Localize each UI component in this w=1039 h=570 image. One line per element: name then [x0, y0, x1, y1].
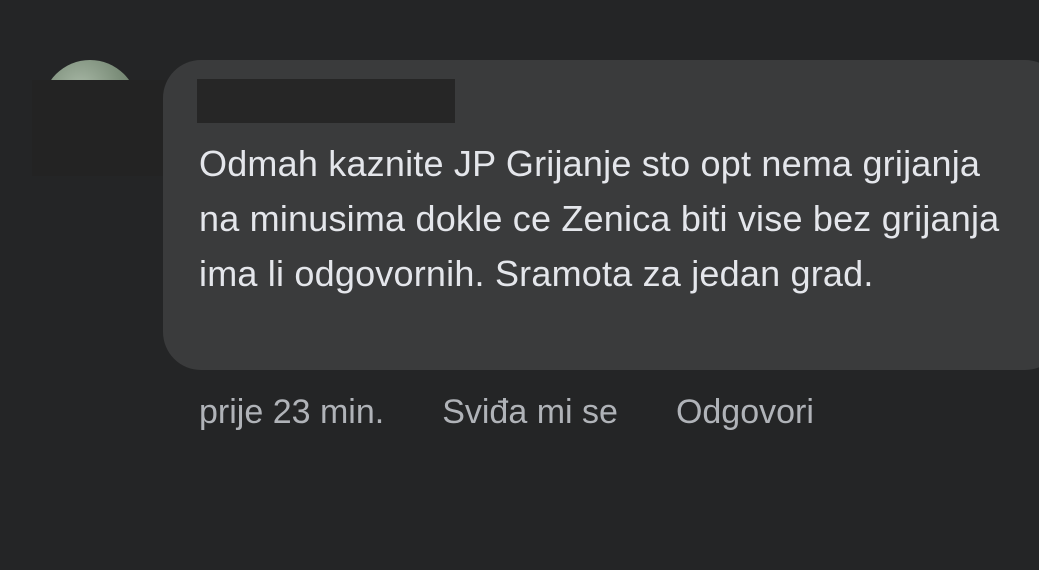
comment-timestamp[interactable]: prije 23 min. [199, 393, 384, 432]
reply-button[interactable]: Odgovori [676, 393, 814, 432]
author-name-redaction [197, 79, 455, 123]
comment-actions: prije 23 min. Sviđa mi se Odgovori [199, 390, 814, 434]
avatar-redaction [32, 80, 167, 176]
author-name-fragment: ˇ [329, 70, 341, 76]
comment-text: Odmah kaznite JP Grijanje sto opt nema g… [199, 143, 1000, 294]
like-button[interactable]: Sviđa mi se [442, 393, 618, 432]
